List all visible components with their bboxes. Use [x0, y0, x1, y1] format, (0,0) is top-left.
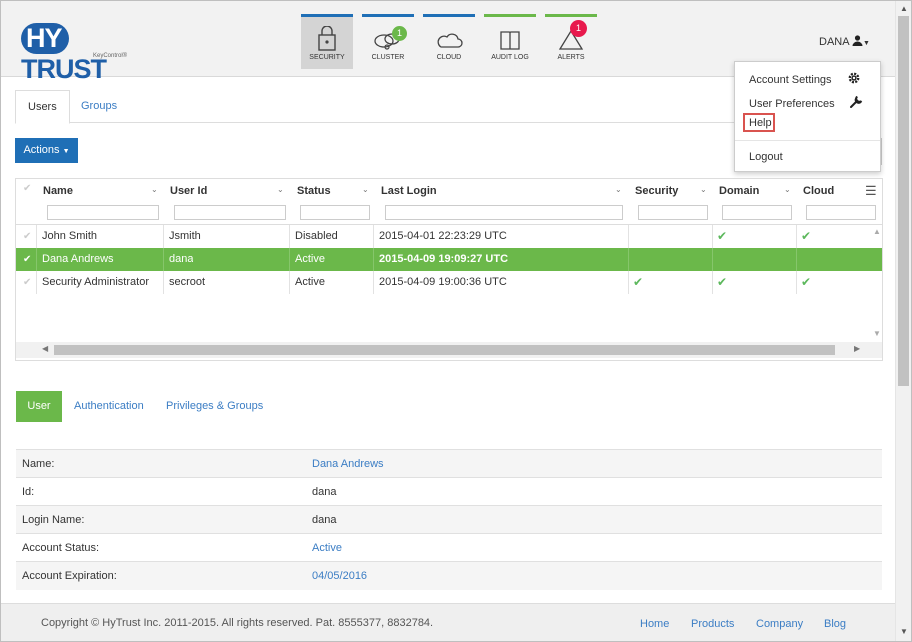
column-header-domain[interactable]: Domain	[719, 185, 759, 197]
detail-status-link[interactable]: Active	[312, 534, 342, 562]
column-header-last-login[interactable]: Last Login	[381, 185, 437, 197]
lock-icon	[318, 26, 336, 51]
tab-groups[interactable]: Groups	[69, 90, 129, 122]
grid-header: ✔ Name ⌄ User Id ⌄ Status ⌄ Last Login ⌄…	[16, 179, 882, 225]
horizontal-scrollbar[interactable]: ◀ ▶	[16, 342, 882, 358]
footer-link-company[interactable]: Company	[756, 618, 803, 630]
nav-label: CLOUD	[436, 54, 462, 61]
book-icon	[500, 31, 520, 50]
detail-row: Account Expiration: 04/05/2016	[16, 561, 882, 590]
tab-users[interactable]: Users	[15, 90, 70, 124]
nav-label: CLUSTER	[371, 54, 405, 61]
detail-row: Login Name: dana	[16, 505, 882, 534]
tab-user[interactable]: User	[16, 391, 62, 422]
select-all-check-icon[interactable]: ✔	[23, 183, 31, 194]
column-header-user-id[interactable]: User Id	[170, 185, 207, 197]
chevron-down-icon[interactable]: ⌄	[784, 185, 791, 194]
column-header-name[interactable]: Name	[43, 185, 73, 197]
detail-row: Account Status: Active	[16, 533, 882, 562]
user-icon	[852, 35, 863, 46]
security-check-icon: ✔	[633, 275, 644, 289]
menu-divider	[735, 140, 880, 141]
nav-label: SECURITY	[309, 54, 345, 61]
filter-last-login-input[interactable]	[385, 205, 623, 220]
footer-link-products[interactable]: Products	[691, 618, 734, 630]
alerts-badge: 1	[570, 20, 587, 37]
menu-item-logout[interactable]: Logout	[749, 151, 783, 163]
chevron-down-icon[interactable]: ⌄	[151, 185, 158, 194]
column-menu-icon[interactable]: ☰	[865, 183, 877, 199]
detail-row: Name: Dana Andrews	[16, 449, 882, 478]
gear-icon[interactable]	[847, 71, 861, 85]
user-name: DANA	[819, 36, 849, 48]
chevron-down-icon[interactable]: ⌄	[277, 185, 284, 194]
cluster-badge: 1	[392, 26, 407, 41]
user-dropdown-menu: Account Settings User Preferences Help L…	[734, 61, 881, 172]
scroll-left-arrow-icon[interactable]: ◀	[42, 344, 48, 353]
table-row[interactable]: ✔ Security Administrator secroot Active …	[16, 271, 882, 294]
page-scrollbar[interactable]: ▲ ▼	[895, 1, 911, 641]
page-scrollbar-thumb[interactable]	[898, 16, 909, 386]
actions-button[interactable]: Actions ▼	[15, 138, 78, 163]
cloud-check-icon: ✔	[801, 229, 812, 243]
footer-link-blog[interactable]: Blog	[824, 618, 846, 630]
scrollbar-thumb[interactable]	[54, 345, 835, 355]
scroll-down-arrow-icon[interactable]: ▼	[900, 627, 908, 636]
detail-expiration-link[interactable]: 04/05/2016	[312, 562, 367, 590]
wrench-icon[interactable]	[849, 95, 863, 109]
menu-item-account-settings[interactable]: Account Settings	[749, 74, 832, 86]
chevron-down-icon[interactable]: ⌄	[700, 185, 707, 194]
domain-check-icon: ✔	[717, 229, 728, 243]
detail-row: Id: dana	[16, 477, 882, 506]
filter-domain-input[interactable]	[722, 205, 792, 220]
footer-link-home[interactable]: Home	[640, 618, 669, 630]
column-header-security[interactable]: Security	[635, 185, 678, 197]
menu-item-help[interactable]: Help	[749, 117, 772, 129]
filter-name-input[interactable]	[47, 205, 159, 220]
app-window: HYTRUST KeyControl® SECURITY 1 CLUSTER C…	[0, 0, 912, 642]
nav-alerts[interactable]: 1 ALERTS	[545, 14, 597, 69]
chevron-down-icon[interactable]: ⌄	[615, 185, 622, 194]
nav-label: ALERTS	[557, 54, 585, 61]
logo-subtitle: KeyControl®	[93, 53, 128, 59]
row-check-icon[interactable]: ✔	[23, 271, 31, 294]
menu-item-user-preferences[interactable]: User Preferences	[749, 98, 835, 110]
scroll-right-arrow-icon[interactable]: ▶	[854, 344, 860, 353]
page-footer: Copyright © HyTrust Inc. 2011-2015. All …	[1, 603, 895, 641]
hytrust-logo[interactable]: HYTRUST KeyControl®	[21, 23, 151, 84]
domain-check-icon: ✔	[717, 275, 728, 289]
filter-security-input[interactable]	[638, 205, 708, 220]
chevron-down-icon[interactable]: ⌄	[362, 185, 369, 194]
nav-security[interactable]: SECURITY	[301, 14, 353, 69]
row-check-icon[interactable]: ✔	[23, 225, 31, 248]
nav-cluster[interactable]: 1 CLUSTER	[362, 14, 414, 69]
user-menu-toggle[interactable]: DANA ▼	[819, 35, 870, 48]
row-check-icon[interactable]: ✔	[23, 248, 31, 271]
column-header-cloud[interactable]: Cloud	[803, 185, 834, 197]
caret-down-icon: ▼	[863, 40, 870, 47]
copyright-text: Copyright © HyTrust Inc. 2011-2015. All …	[41, 617, 434, 629]
users-grid: ✔ Name ⌄ User Id ⌄ Status ⌄ Last Login ⌄…	[15, 178, 883, 361]
cloud-check-icon: ✔	[801, 275, 812, 289]
table-row[interactable]: ✔ John Smith Jsmith Disabled 2015-04-01 …	[16, 225, 882, 248]
tab-privileges-groups[interactable]: Privileges & Groups	[166, 391, 263, 422]
filter-user-id-input[interactable]	[174, 205, 286, 220]
nav-audit-log[interactable]: AUDIT LOG	[484, 14, 536, 69]
detail-name-link[interactable]: Dana Andrews	[312, 450, 384, 478]
cloud-icon	[437, 33, 463, 48]
filter-cloud-input[interactable]	[806, 205, 876, 220]
nav-cloud[interactable]: CLOUD	[423, 14, 475, 69]
filter-status-input[interactable]	[300, 205, 370, 220]
tab-authentication[interactable]: Authentication	[74, 391, 144, 422]
scroll-up-arrow-icon[interactable]: ▲	[873, 227, 881, 236]
scroll-up-arrow-icon[interactable]: ▲	[900, 4, 908, 13]
scroll-down-arrow-icon[interactable]: ▼	[873, 329, 881, 338]
caret-down-icon: ▼	[62, 148, 70, 155]
table-row-selected[interactable]: ✔ Dana Andrews dana Active 2015-04-09 19…	[16, 248, 882, 271]
nav-label: AUDIT LOG	[491, 54, 529, 61]
column-header-status[interactable]: Status	[297, 185, 331, 197]
